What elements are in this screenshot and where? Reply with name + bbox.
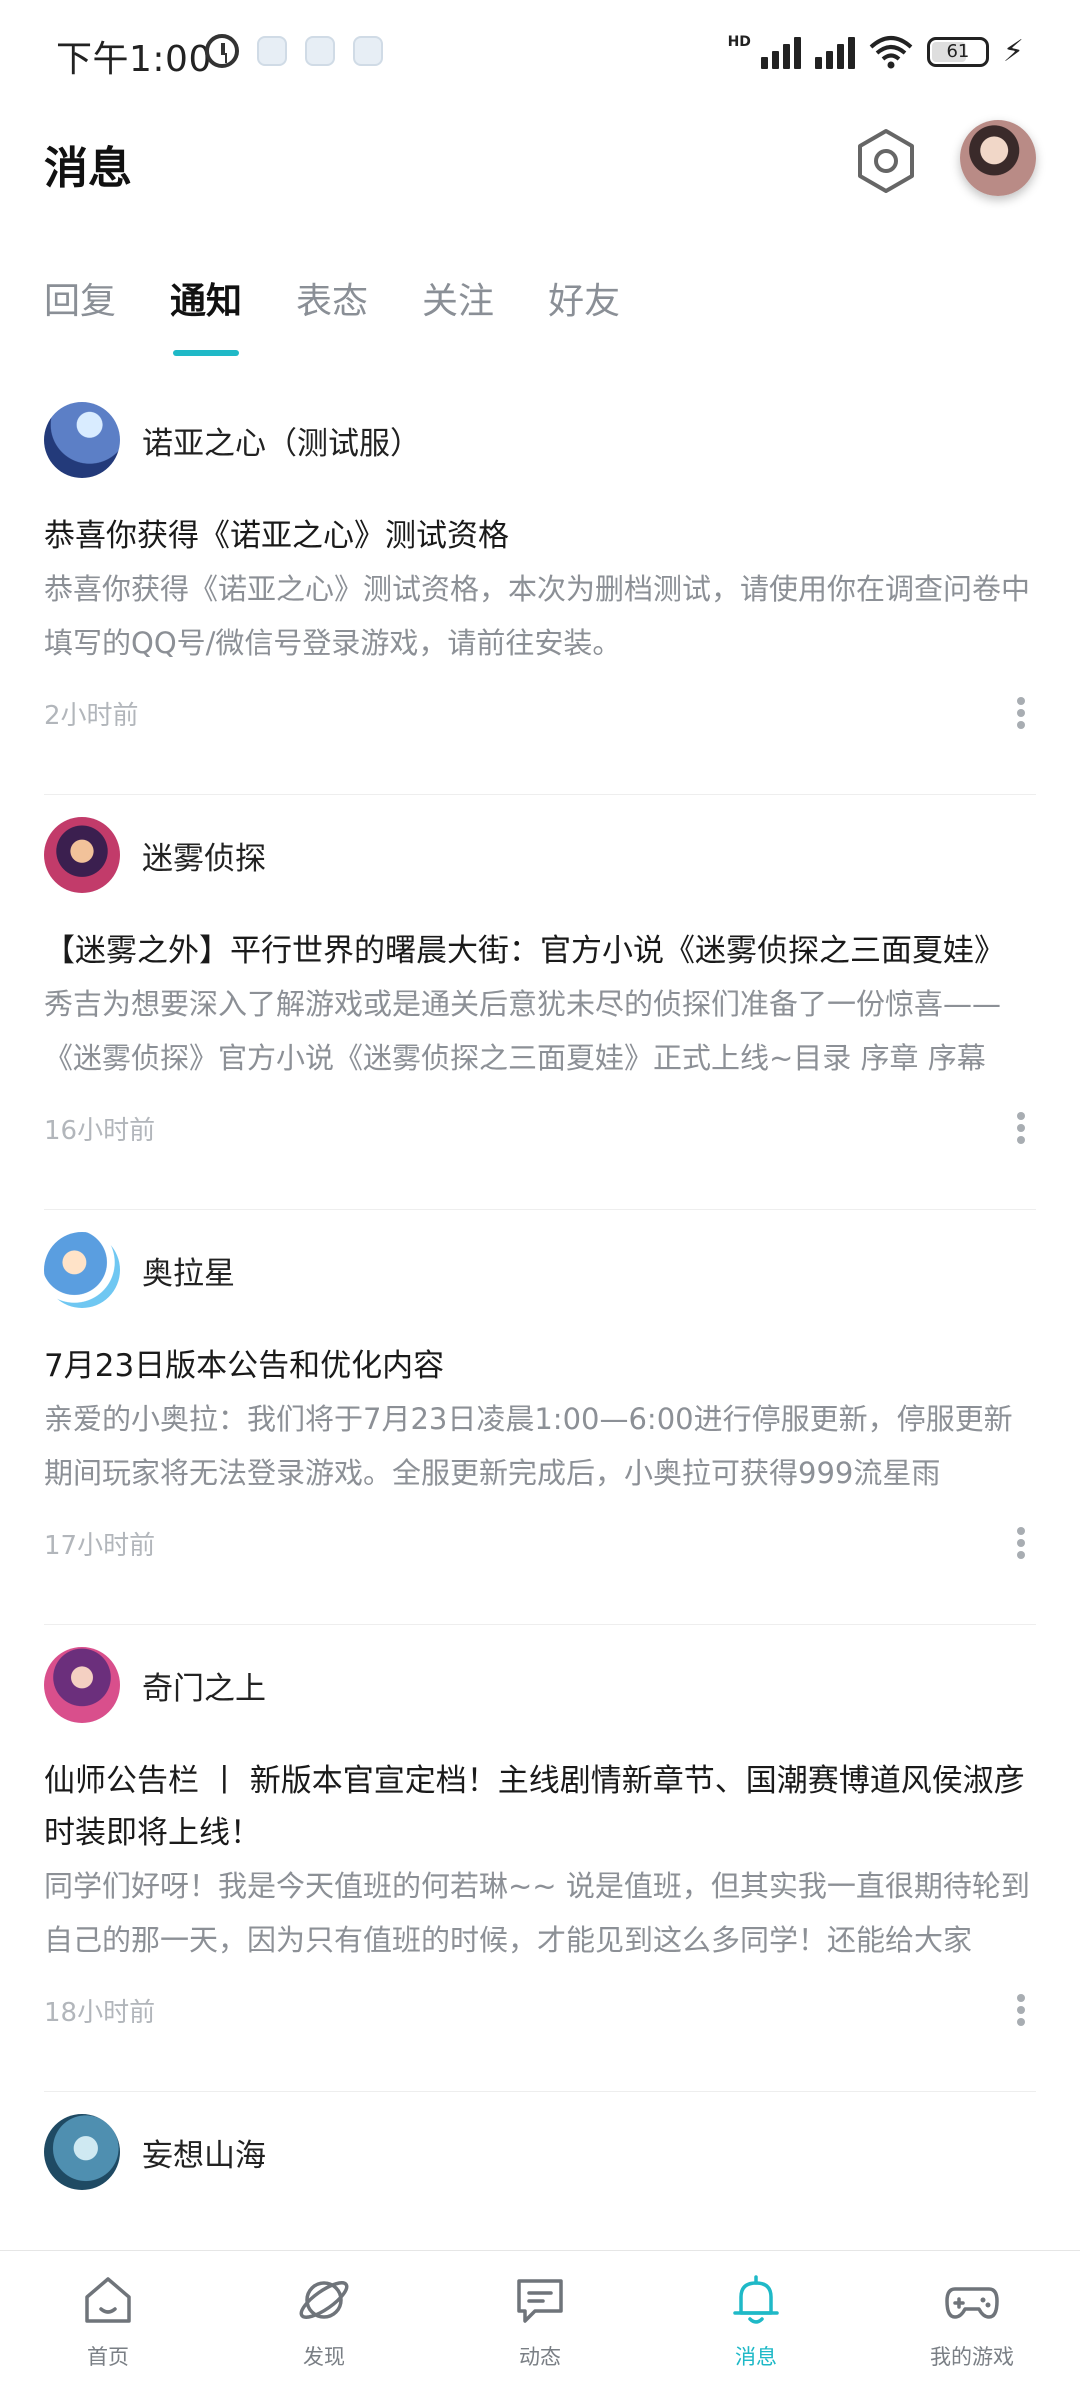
- nav-label: 消息: [735, 2345, 777, 2369]
- notification-card[interactable]: 奇门之上 仙师公告栏 丨 新版本官宣定档！主线剧情新章节、国潮赛博道风侯淑彦时装…: [0, 1625, 1080, 2092]
- nav-label: 首页: [87, 2345, 129, 2369]
- game-name[interactable]: 迷雾侦探: [142, 833, 266, 878]
- settings-hexagon-icon[interactable]: [852, 127, 920, 195]
- tab-reply[interactable]: 回复: [44, 272, 116, 342]
- tab-friends[interactable]: 好友: [548, 272, 620, 342]
- more-options-icon[interactable]: [1006, 1108, 1036, 1148]
- notification-time: 2小时前: [44, 700, 139, 731]
- notification-body: 同学们好呀！我是今天值班的何若琳~~ 说是值班，但其实我一直很期待轮到自己的那一…: [44, 1869, 1030, 1957]
- wifi-icon: [869, 35, 913, 68]
- nav-label: 我的游戏: [930, 2345, 1014, 2369]
- more-options-icon[interactable]: [1006, 693, 1036, 733]
- signal-icon: [814, 35, 855, 69]
- notification-time: 17小时前: [44, 1530, 156, 1561]
- tab-follow[interactable]: 关注: [422, 272, 494, 342]
- game-name[interactable]: 诺亚之心（测试服）: [142, 418, 421, 463]
- game-avatar[interactable]: [44, 402, 120, 478]
- status-time: 下午1:00: [56, 39, 212, 80]
- notification-time: 18小时前: [44, 1997, 156, 2028]
- message-tabs: 回复 通知 表态 关注 好友: [44, 272, 674, 342]
- notification-app-icon: [257, 36, 287, 66]
- planet-icon: [299, 2281, 349, 2319]
- notification-title: 恭喜你获得《诺亚之心》测试资格: [44, 518, 509, 554]
- notification-body: 亲爱的小奥拉：我们将于7月23日凌晨1:00—6:00进行停服更新，停服更新期间…: [44, 1402, 1013, 1490]
- notification-card[interactable]: 迷雾侦探 【迷雾之外】平行世界的曙晨大街：官方小说《迷雾侦探之三面夏娃》 秀吉为…: [0, 795, 1080, 1210]
- status-bar: 下午1:00 HD 61 ⚡: [0, 0, 1080, 110]
- nav-label: 动态: [519, 2345, 561, 2369]
- tab-reaction[interactable]: 表态: [296, 272, 368, 342]
- nav-my-games[interactable]: 我的游戏: [864, 2251, 1080, 2400]
- game-avatar[interactable]: [44, 1232, 120, 1308]
- notification-app-icon: [305, 36, 335, 66]
- chat-bubble-icon: [517, 2279, 563, 2323]
- signal-icon: [760, 35, 801, 69]
- charging-icon: ⚡: [1002, 34, 1024, 69]
- notification-title: 7月23日版本公告和优化内容: [44, 1348, 445, 1384]
- notification-card[interactable]: 妄想山海: [0, 2092, 1080, 2212]
- notification-card[interactable]: 奥拉星 7月23日版本公告和优化内容 亲爱的小奥拉：我们将于7月23日凌晨1:0…: [0, 1210, 1080, 1625]
- notification-game-icon: [353, 36, 383, 66]
- nav-feed[interactable]: 动态: [432, 2251, 648, 2400]
- game-avatar[interactable]: [44, 2114, 120, 2190]
- nav-label: 发现: [303, 2345, 345, 2369]
- alarm-icon: [205, 34, 239, 68]
- nav-messages[interactable]: 消息: [648, 2251, 864, 2400]
- game-name[interactable]: 妄想山海: [142, 2130, 266, 2175]
- notification-time: 16小时前: [44, 1115, 156, 1146]
- game-avatar[interactable]: [44, 817, 120, 893]
- more-options-icon[interactable]: [1006, 1990, 1036, 2030]
- gamepad-icon: [945, 2287, 999, 2319]
- network-type: HD: [727, 34, 751, 50]
- nav-discover[interactable]: 发现: [216, 2251, 432, 2400]
- notification-list: 诺亚之心（测试服） 恭喜你获得《诺亚之心》测试资格 恭喜你获得《诺亚之心》测试资…: [0, 380, 1080, 2212]
- user-avatar[interactable]: [960, 120, 1036, 196]
- page-title: 消息: [44, 143, 132, 194]
- bottom-navigation: 首页 发现 动态 消息 我的游戏: [0, 2250, 1080, 2400]
- more-options-icon[interactable]: [1006, 1523, 1036, 1563]
- home-icon: [85, 2277, 131, 2323]
- notification-body: 恭喜你获得《诺亚之心》测试资格，本次为删档测试，请使用你在调查问卷中填写的QQ号…: [44, 572, 1031, 660]
- tab-notification[interactable]: 通知: [170, 272, 242, 342]
- bell-icon: [733, 2275, 779, 2324]
- notification-card[interactable]: 诺亚之心（测试服） 恭喜你获得《诺亚之心》测试资格 恭喜你获得《诺亚之心》测试资…: [0, 380, 1080, 795]
- notification-body: 秀吉为想要深入了解游戏或是通关后意犹未尽的侦探们准备了一份惊喜——《迷雾侦探》官…: [44, 987, 1002, 1075]
- game-name[interactable]: 奇门之上: [142, 1663, 266, 1708]
- nav-home[interactable]: 首页: [0, 2251, 216, 2400]
- battery-icon: 61: [926, 36, 989, 67]
- game-avatar[interactable]: [44, 1647, 120, 1723]
- notification-title: 仙师公告栏 丨 新版本官宣定档！主线剧情新章节、国潮赛博道风侯淑彦时装即将上线！: [44, 1763, 1025, 1851]
- game-name[interactable]: 奥拉星: [142, 1248, 235, 1293]
- notification-title: 【迷雾之外】平行世界的曙晨大街：官方小说《迷雾侦探之三面夏娃》: [44, 933, 1005, 969]
